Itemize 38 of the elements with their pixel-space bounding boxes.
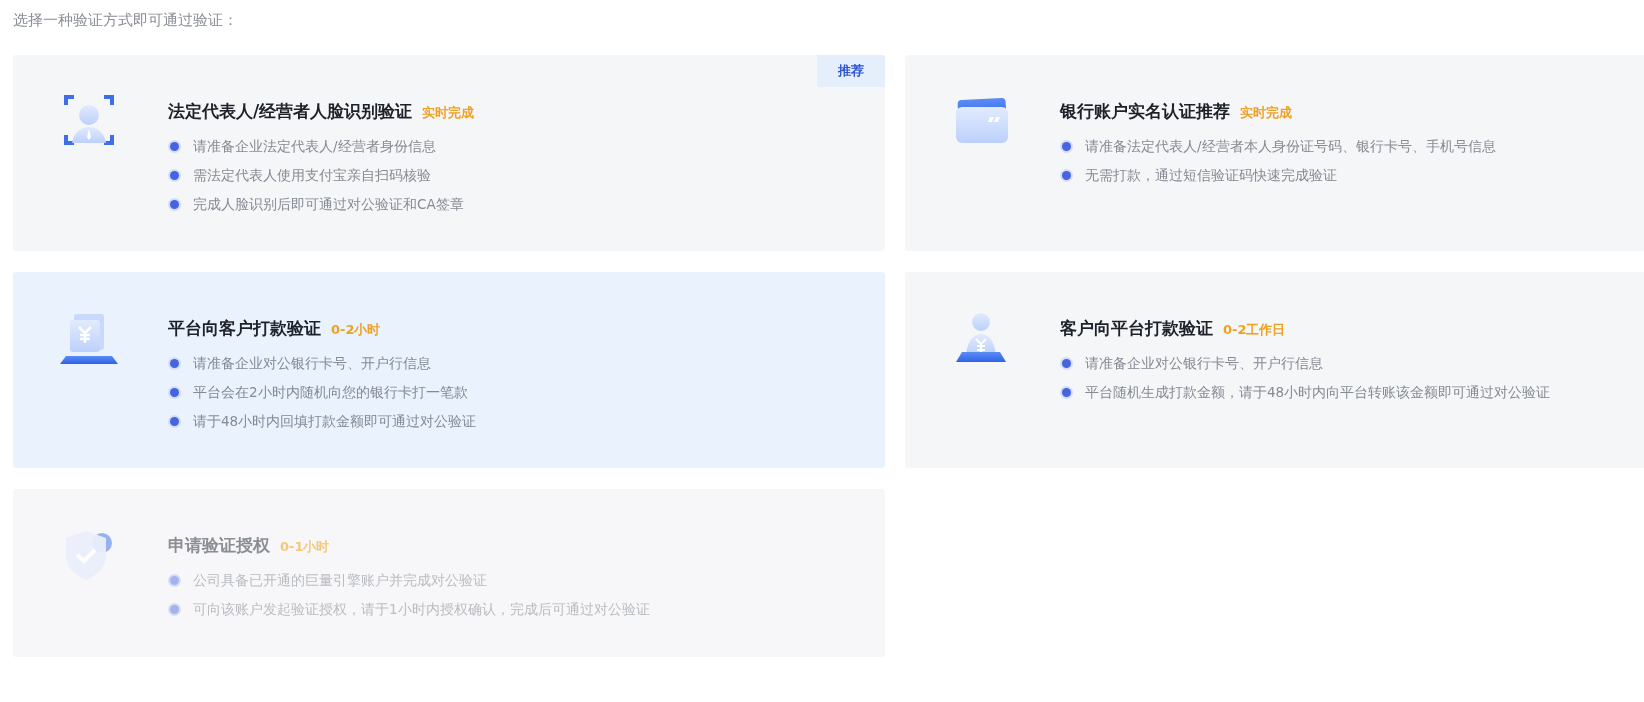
requirement-text: 无需打款，通过短信验证码快速完成验证 [1085, 166, 1337, 185]
duration-label: 0-2工作日 [1223, 322, 1286, 337]
requirement-text: 请准备企业法定代表人/经营者身份信息 [193, 137, 436, 156]
requirement-text: 需法定代表人使用支付宝亲自扫码核验 [193, 166, 431, 185]
requirement-text: 请于48小时内回填打款金额即可通过对公验证 [193, 412, 477, 431]
requirement-text: 平台随机生成打款金额，请于48小时内向平台转账该金额即可通过对公验证 [1085, 383, 1551, 402]
recommended-tag: 推荐 [817, 55, 885, 87]
bullet-icon [1062, 171, 1071, 180]
duration-label: 0-1小时 [280, 539, 330, 554]
method-title: 客户向平台打款验证 [1060, 318, 1213, 338]
bullet-icon [1062, 388, 1071, 397]
bullet-icon [170, 576, 179, 585]
bullet-icon [170, 142, 179, 151]
bullet-icon [170, 171, 179, 180]
method-title: 银行账户实名认证推荐 [1060, 101, 1230, 121]
method-title: 申请验证授权 [168, 535, 270, 555]
requirement-text: 平台会在2小时内随机向您的银行卡打一笔款 [193, 383, 468, 402]
method-title: 法定代表人/经营者人脸识别验证 [168, 101, 413, 121]
duration-label: 实时完成 [422, 105, 475, 120]
bullet-icon [1062, 142, 1071, 151]
bullet-icon [170, 605, 179, 614]
duration-label: 0-2小时 [331, 322, 381, 337]
requirement-text: 请准备法定代表人/经营者本人身份证号码、银行卡号、手机号信息 [1085, 137, 1496, 156]
requirement-text: 请准备企业对公银行卡号、开户行信息 [193, 354, 431, 373]
method-title: 平台向客户打款验证 [168, 318, 321, 338]
bullet-icon [170, 417, 179, 426]
bullet-icon [1062, 359, 1071, 368]
requirement-text: 完成人脸识别后即可通过对公验证和CA签章 [193, 195, 464, 214]
method-card[interactable]: 平台向客户打款验证 0-2小时 请准备企业对公银行卡号、开户行信息 平台会在2小时内随机向您的银行卡打一笔款 请于48小时内回填打款金额即可通过对公验证 [13, 272, 885, 468]
bullet-icon [170, 359, 179, 368]
duration-label: 实时完成 [1240, 105, 1292, 120]
instruction-text: 选择一种验证方式即可通过验证： [13, 10, 238, 31]
method-card[interactable]: 客户向平台打款验证 0-2工作日 请准备企业对公银行卡号、开户行信息 平台随机生成打款金额，请于48小时内向平台转账该金额即可通过对公验证 [905, 272, 1644, 468]
bullet-icon [170, 388, 179, 397]
method-card[interactable]: 法定代表人/经营者人脸识别验证 实时完成 请准备企业法定代表人/经营者身份信息 需法定代表人使用支付宝亲自扫码核验 完成人脸识别后即可通过对公验证和CA签章 推荐 [13, 55, 885, 251]
method-card[interactable]: 银行账户实名认证推荐 实时完成 请准备法定代表人/经营者本人身份证号码、银行卡号、手机号信息 无需打款，通过短信验证码快速完成验证 [905, 55, 1644, 251]
requirement-text: 请准备企业对公银行卡号、开户行信息 [1085, 354, 1323, 373]
bullet-icon [170, 200, 179, 209]
